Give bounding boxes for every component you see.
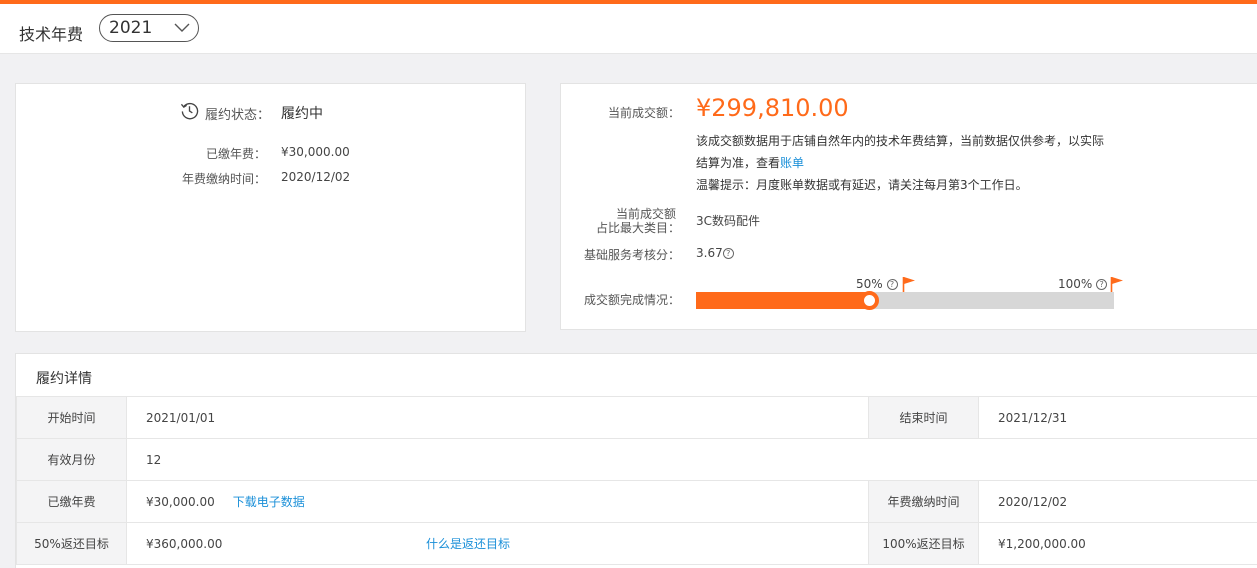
table-row: 50%返还目标 ¥360,000.00 什么是返还目标 100%返还目标 ¥1,2…: [16, 522, 1257, 565]
end-time-label: 结束时间: [868, 396, 979, 439]
amount-note-line-2: 结算为准，查看账单: [696, 152, 804, 174]
help-icon[interactable]: ?: [1096, 279, 1108, 290]
flag-50-icon: [902, 277, 915, 292]
pay-time-row-value: 2020/12/02: [978, 480, 1257, 523]
marker-50-label: 50%: [856, 277, 883, 291]
table-row: 有效月份 12: [16, 438, 1257, 481]
progress-label: 成交额完成情况：: [583, 293, 680, 307]
target-50-cell: ¥360,000.00 什么是返还目标: [126, 522, 869, 565]
progress-knob: [860, 291, 879, 310]
detail-table: 开始时间 2021/01/01 结束时间 2021/12/31 有效月份 12 …: [16, 396, 1257, 565]
progress-fill: [696, 292, 870, 309]
amount-label: 当前成交额：: [607, 106, 680, 120]
flag-100-icon: [1110, 277, 1123, 292]
valid-months-label: 有效月份: [16, 438, 127, 481]
start-time-label: 开始时间: [16, 396, 127, 439]
help-icon[interactable]: ?: [886, 279, 898, 290]
bill-link[interactable]: 账单: [780, 156, 804, 170]
detail-title: 履约详情: [36, 371, 92, 387]
page-header: 技术年费 2021: [0, 4, 1257, 54]
history-clock-icon: [180, 102, 199, 120]
pay-time-row-label: 年费缴纳时间: [868, 480, 979, 523]
valid-months-value: 12: [126, 438, 1257, 481]
target-50-label: 50%返还目标: [16, 522, 127, 565]
contract-summary-card: [15, 83, 526, 332]
category-value: 3C数码配件: [696, 214, 761, 228]
pay-time-value: 2020/12/02: [281, 170, 351, 184]
status-label: 履约状态：: [205, 108, 271, 123]
paid-fee-label: 已缴年费：: [205, 147, 266, 161]
amount-note-prefix: 结算为准，查看: [696, 156, 781, 170]
marker-100-label: 100%: [1058, 277, 1093, 291]
target-50-value: ¥360,000.00: [146, 537, 223, 551]
score-value: 3.67: [696, 246, 723, 260]
paid-fee-row-label: 已缴年费: [16, 480, 127, 523]
paid-fee-value: ¥30,000.00: [281, 145, 350, 159]
amount-value: ¥299,810.00: [696, 94, 849, 122]
year-select[interactable]: 2021: [99, 14, 199, 42]
pay-time-label: 年费缴纳时间：: [181, 172, 266, 186]
start-time-value: 2021/01/01: [126, 396, 869, 439]
year-select-value: 2021: [109, 18, 153, 38]
marker-50-wrap: 50% ?: [856, 277, 898, 291]
score-value-wrap: 3.67?: [696, 246, 734, 260]
chevron-down-icon: [174, 23, 190, 32]
reminder-note: 温馨提示：月度账单数据或有延迟，请关注每月第3个工作日。: [696, 178, 1028, 192]
help-icon[interactable]: ?: [722, 248, 734, 259]
status-value: 履约中: [281, 106, 323, 122]
target-100-value: ¥1,200,000.00: [978, 522, 1257, 565]
category-label-line-2: 占比最大类目：: [595, 221, 680, 235]
amount-note-line-1: 该成交额数据用于店铺自然年内的技术年费结算，当前数据仅供参考，以实际: [696, 134, 1105, 148]
table-row: 已缴年费 ¥30,000.00 下载电子数据 年费缴纳时间 2020/12/02: [16, 480, 1257, 523]
paid-fee-row-cell: ¥30,000.00 下载电子数据: [126, 480, 869, 523]
download-data-link[interactable]: 下载电子数据: [233, 495, 305, 509]
page-title: 技术年费: [19, 25, 84, 44]
end-time-value: 2021/12/31: [978, 396, 1257, 439]
what-is-target-link[interactable]: 什么是返还目标: [426, 537, 510, 551]
target-100-label: 100%返还目标: [868, 522, 979, 565]
marker-100-wrap: 100% ?: [1058, 277, 1108, 291]
table-row: 开始时间 2021/01/01 结束时间 2021/12/31: [16, 396, 1257, 439]
paid-fee-row-value: ¥30,000.00: [146, 495, 215, 509]
score-label: 基础服务考核分：: [583, 248, 680, 262]
